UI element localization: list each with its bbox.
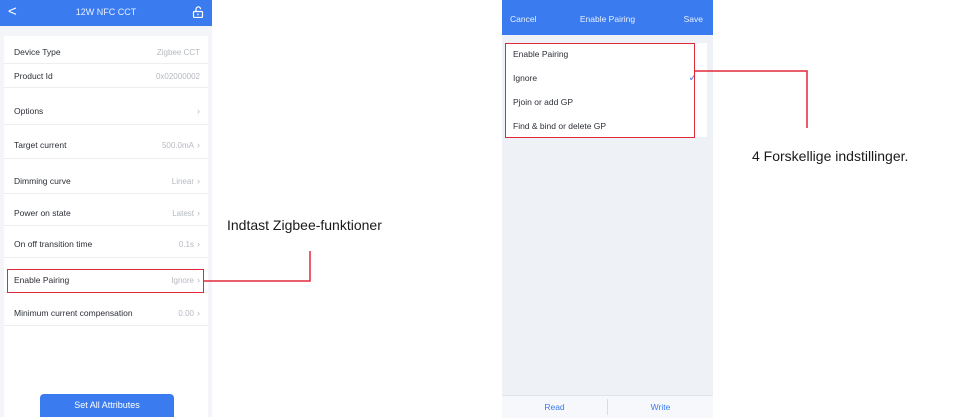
- setting-label: Options: [14, 106, 44, 116]
- row-divider: [4, 225, 208, 226]
- setting-label: Dimming curve: [14, 176, 71, 186]
- row-divider: [4, 124, 208, 125]
- row-divider: [4, 257, 208, 258]
- setting-value: 0.00: [178, 309, 194, 318]
- unlock-icon[interactable]: [192, 6, 204, 18]
- annotation-connector-right: [694, 70, 808, 128]
- setting-value-group: 0.1s ›: [179, 239, 200, 249]
- chevron-right-icon: ›: [197, 106, 200, 116]
- read-button[interactable]: Read: [502, 402, 607, 412]
- chevron-right-icon: ›: [197, 308, 200, 318]
- chevron-right-icon: ›: [197, 140, 200, 150]
- highlight-box-options: [505, 43, 695, 138]
- setting-value: 500.0mA: [161, 141, 194, 150]
- setting-value-group: Zigbee CCT: [157, 47, 200, 57]
- setting-value-group: 0x02000002: [156, 71, 200, 81]
- setting-row[interactable]: Power on state Latest ›: [4, 201, 208, 225]
- setting-row: Device Type Zigbee CCT: [4, 40, 208, 64]
- setting-row[interactable]: Minimum current compensation 0.00 ›: [4, 301, 208, 325]
- setting-value-group: ›: [194, 106, 200, 116]
- set-all-attributes-button[interactable]: Set All Attributes: [40, 394, 174, 417]
- highlight-box-enable-pairing: [7, 269, 204, 293]
- setting-value-group: Linear ›: [172, 176, 200, 186]
- setting-label: Power on state: [14, 208, 71, 218]
- setting-label: On off transition time: [14, 239, 93, 249]
- setting-value: Zigbee CCT: [156, 48, 200, 57]
- write-button[interactable]: Write: [608, 402, 713, 412]
- setting-value-group: Latest ›: [172, 208, 200, 218]
- setting-row[interactable]: On off transition time 0.1s ›: [4, 232, 208, 256]
- setting-value: Linear: [171, 177, 194, 186]
- setting-label: Target current: [14, 140, 67, 150]
- page-title: 12W NFC CCT: [75, 7, 137, 17]
- footer-bar: Read Write: [502, 395, 713, 418]
- row-divider: [4, 87, 208, 88]
- setting-label: Minimum current compensation: [14, 308, 133, 318]
- save-button[interactable]: Save: [684, 14, 703, 24]
- setting-value: Latest: [172, 209, 194, 218]
- setting-row[interactable]: Target current 500.0mA ›: [4, 133, 208, 157]
- annotation-label-right: 4 Forskellige indstillinger.: [752, 148, 909, 164]
- row-divider: [4, 158, 208, 159]
- annotation-connector-left: [203, 251, 311, 282]
- chevron-right-icon: ›: [197, 208, 200, 218]
- setting-value: 0.1s: [178, 240, 194, 249]
- settings-panel: [4, 36, 208, 417]
- setting-row[interactable]: Options ›: [4, 99, 208, 123]
- setting-value-group: 500.0mA ›: [162, 140, 200, 150]
- setting-row[interactable]: Dimming curve Linear ›: [4, 169, 208, 193]
- setting-row: Product Id 0x02000002: [4, 64, 208, 88]
- chevron-right-icon: ›: [197, 176, 200, 186]
- header-bar: Enable Pairing Cancel Save: [502, 0, 713, 35]
- chevron-right-icon: ›: [197, 239, 200, 249]
- setting-label: Device Type: [14, 47, 61, 57]
- row-divider: [4, 193, 208, 194]
- setting-value-group: 0.00 ›: [178, 308, 200, 318]
- setting-value: 0x02000002: [155, 72, 200, 81]
- cancel-button[interactable]: Cancel: [510, 14, 536, 24]
- row-divider: [4, 325, 208, 326]
- annotation-label-left: Indtast Zigbee-funktioner: [227, 217, 382, 233]
- setting-label: Product Id: [14, 71, 53, 81]
- header-bar: < 12W NFC CCT: [0, 0, 212, 26]
